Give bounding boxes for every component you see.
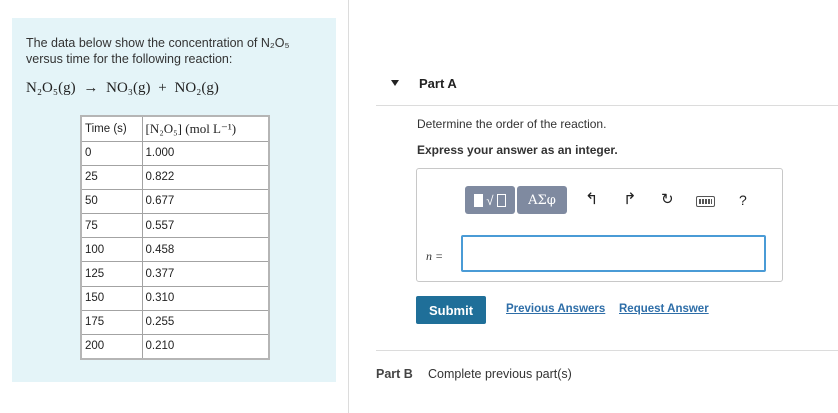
problem-panel: The data below show the concentration of… [12, 18, 336, 382]
table-row: 0 1.000 [80, 140, 270, 166]
table-row: 75 0.557 [80, 213, 270, 239]
part-a-question: Determine the order of the reaction. [417, 117, 607, 131]
concentration-cell: 0.822 [141, 164, 270, 190]
header-time: Time (s) [80, 115, 143, 142]
table-row: 175 0.255 [80, 309, 270, 336]
submit-button[interactable]: Submit [416, 296, 486, 324]
table-row: 50 0.677 [80, 188, 270, 215]
part-a-header[interactable]: Part A [376, 62, 838, 106]
header-concentration: [N₂O₅] (mol L⁻¹) [141, 115, 270, 142]
concentration-cell: 0.677 [141, 188, 270, 215]
reaction-equation: N₂O₅(g) → NO₃(g) + NO₂(g) [26, 80, 219, 97]
concentration-cell: 0.255 [141, 309, 270, 336]
answer-editor: √ ΑΣφ ↰ ↱ ↻ ? n = [416, 168, 783, 282]
part-b-row[interactable]: Part B Complete previous part(s) [376, 350, 838, 392]
part-b-title: Part B [376, 367, 413, 381]
time-cell: 100 [80, 237, 143, 263]
time-cell: 175 [80, 309, 143, 336]
redo-icon[interactable]: ↱ [623, 191, 636, 209]
time-cell: 200 [80, 333, 143, 360]
part-a-instruction: Express your answer as an integer. [417, 143, 618, 157]
keyboard-icon[interactable] [696, 196, 715, 207]
time-cell: 0 [80, 140, 143, 166]
request-answer-link[interactable]: Request Answer [619, 303, 709, 315]
time-cell: 50 [80, 188, 143, 215]
table-row: 150 0.310 [80, 285, 270, 311]
table-header-row: Time (s) [N₂O₅] (mol L⁻¹) [80, 115, 270, 142]
template-outline-icon [496, 193, 506, 207]
concentration-header-label: [N₂O₅] (mol L⁻¹) [145, 120, 237, 136]
concentration-cell: 0.310 [141, 285, 270, 311]
part-b-status: Complete previous part(s) [428, 367, 572, 381]
sqrt-icon: √ [486, 192, 494, 208]
help-icon[interactable]: ? [739, 191, 747, 209]
previous-answers-link[interactable]: Previous Answers [506, 303, 605, 315]
concentration-cell: 0.210 [141, 333, 270, 360]
time-cell: 150 [80, 285, 143, 311]
product-1: NO₃(g) [106, 80, 151, 96]
greek-symbols-button[interactable]: ΑΣφ [517, 186, 567, 214]
time-cell: 25 [80, 164, 143, 190]
table-row: 125 0.377 [80, 261, 270, 287]
problem-intro: The data below show the concentration of… [26, 36, 290, 66]
concentration-cell: 1.000 [141, 140, 270, 166]
math-templates-button[interactable]: √ [465, 186, 515, 214]
time-cell: 75 [80, 213, 143, 239]
time-cell: 125 [80, 261, 143, 287]
undo-icon[interactable]: ↰ [585, 191, 598, 209]
product-2: NO₂(g) [174, 80, 219, 96]
reaction-arrow: → [83, 80, 99, 96]
table-row: 25 0.822 [80, 164, 270, 190]
concentration-cell: 0.377 [141, 261, 270, 287]
answer-input[interactable] [461, 235, 766, 272]
data-table: Time (s) [N₂O₅] (mol L⁻¹) 0 1.000 25 0.822… [80, 115, 270, 360]
collapse-caret-icon[interactable] [391, 80, 399, 86]
variable-label: n = [426, 249, 444, 263]
template-box-icon [474, 193, 484, 207]
next-part-stub [376, 405, 676, 413]
concentration-cell: 0.458 [141, 237, 270, 263]
table-row: 200 0.210 [80, 333, 270, 360]
column-divider [348, 0, 349, 413]
plus-sign: + [158, 80, 167, 96]
table-row: 100 0.458 [80, 237, 270, 263]
reactant: N₂O₅(g) [26, 80, 76, 96]
part-a-title: Part A [419, 76, 457, 91]
reset-icon[interactable]: ↻ [661, 191, 674, 209]
concentration-cell: 0.557 [141, 213, 270, 239]
